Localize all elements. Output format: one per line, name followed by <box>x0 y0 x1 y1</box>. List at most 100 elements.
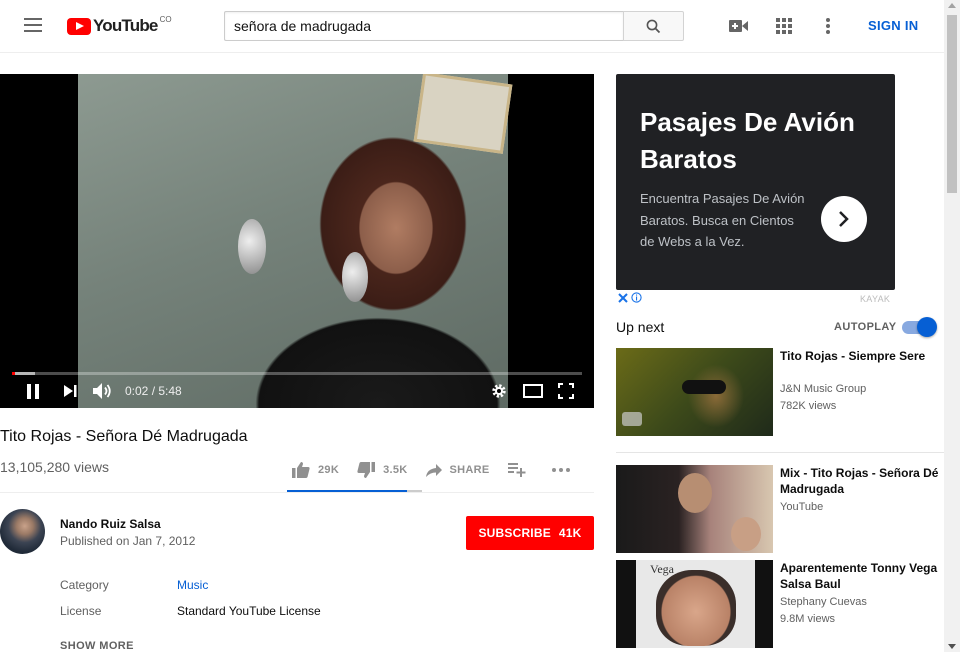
video-frame-earring-left <box>238 219 266 274</box>
theater-mode-button[interactable] <box>522 382 544 400</box>
search-input[interactable] <box>224 11 623 41</box>
ad-card[interactable]: Pasajes De Avión Baratos Encuentra Pasaj… <box>616 74 895 290</box>
video-player[interactable] <box>0 74 594 408</box>
more-horizontal-icon <box>551 468 570 472</box>
recommended-video[interactable]: Vega Aparentemente Tonny Vega Salsa Baul… <box>616 560 946 648</box>
recommended-video-title[interactable]: Aparentemente Tonny Vega Salsa Baul <box>780 560 946 592</box>
like-count: 29K <box>318 464 340 476</box>
fullscreen-button[interactable] <box>556 382 576 400</box>
video-thumbnail[interactable]: Vega <box>616 560 773 648</box>
thumbnail-sunglasses <box>682 380 726 394</box>
thumbnail-letterbox-right <box>755 560 773 648</box>
thumbnail-face <box>656 570 736 646</box>
recommended-video-channel: Stephany Cuevas <box>780 596 867 608</box>
logo-text: YouTube <box>93 16 158 35</box>
thumbnail-face-1 <box>678 473 712 513</box>
thumbnail-face-2 <box>731 517 761 551</box>
pause-button[interactable] <box>24 382 42 400</box>
pause-icon <box>27 383 39 399</box>
video-title: Tito Rojas - Señora Dé Madrugada <box>0 428 248 445</box>
video-thumbnail[interactable] <box>616 465 773 553</box>
search-icon <box>646 19 661 33</box>
ad-open-button[interactable] <box>821 196 867 242</box>
recommended-mix[interactable]: Mix - Tito Rojas - Señora Dé Madrugada Y… <box>616 465 946 553</box>
license-value: Standard YouTube License <box>177 604 321 618</box>
recommended-video-channel: YouTube <box>780 501 824 513</box>
video-frame-picture <box>413 74 513 154</box>
progress-played <box>12 372 16 375</box>
search-bar <box>224 11 684 41</box>
video-time: 0:02 / 5:48 <box>125 384 182 398</box>
dislike-button[interactable]: 3.5K <box>357 462 407 478</box>
thumbnail-text: Vega <box>650 562 674 576</box>
youtube-logo[interactable]: YouTube CO <box>67 14 172 36</box>
license-label: License <box>60 604 102 618</box>
more-actions-button[interactable] <box>551 468 578 472</box>
thumbnail-watermark <box>622 412 642 426</box>
like-button[interactable]: 29K <box>292 462 339 478</box>
scroll-up-arrow-icon[interactable] <box>948 3 956 8</box>
sign-in-button[interactable]: SIGN IN <box>868 18 919 33</box>
more-options-icon[interactable] <box>818 16 838 36</box>
scroll-down-arrow-icon[interactable] <box>948 644 956 649</box>
info-icon[interactable] <box>631 292 642 303</box>
scrollbar-thumb[interactable] <box>947 15 957 193</box>
video-frame-earring-right <box>342 252 368 302</box>
play-logo-icon <box>67 17 91 35</box>
subscriber-count: 41K <box>558 526 582 540</box>
ad-choices[interactable] <box>618 292 642 306</box>
thumbs-up-icon <box>292 462 310 478</box>
settings-button[interactable] <box>490 382 508 400</box>
next-button[interactable] <box>61 382 79 400</box>
share-button[interactable]: SHARE <box>425 463 490 477</box>
video-frame <box>78 74 513 408</box>
thumbs-down-icon <box>357 462 376 478</box>
ad-title: Pasajes De Avión Baratos <box>640 107 855 174</box>
gear-icon <box>492 384 506 398</box>
up-next-heading: Up next <box>616 319 665 335</box>
subscribe-label: SUBSCRIBE <box>478 526 551 540</box>
recommended-video-title[interactable]: Tito Rojas - Siempre Sere <box>780 348 946 364</box>
video-actions: 29K 3.5K SHARE <box>292 458 596 482</box>
channel-name[interactable]: Nando Ruiz Salsa <box>60 517 161 531</box>
close-icon[interactable] <box>618 293 628 303</box>
dislike-count: 3.5K <box>383 464 408 476</box>
thumbnail-letterbox-left <box>616 560 636 648</box>
share-label: SHARE <box>449 464 490 476</box>
recommended-video-views: 9.8M views <box>780 613 836 625</box>
divider <box>0 492 594 493</box>
add-to-playlist-button[interactable] <box>507 463 534 477</box>
subscribe-button[interactable]: SUBSCRIBE 41K <box>466 516 594 550</box>
category-label: Category <box>60 578 109 592</box>
page-scrollbar[interactable] <box>944 0 960 652</box>
category-link[interactable]: Music <box>177 578 208 592</box>
video-thumbnail[interactable] <box>616 348 773 436</box>
progress-buffered <box>12 372 35 375</box>
divider <box>616 452 944 453</box>
theater-mode-icon <box>523 384 543 398</box>
view-count: 13,105,280 views <box>0 459 109 475</box>
recommended-video-views: 782K views <box>780 400 837 412</box>
playlist-add-icon <box>507 463 526 477</box>
fullscreen-icon <box>558 383 574 399</box>
logo-country-code: CO <box>159 14 172 24</box>
video-progress-bar[interactable] <box>12 372 582 375</box>
masthead: YouTube CO SIGN IN <box>0 0 944 53</box>
chevron-right-icon <box>839 211 849 227</box>
recommended-video-channel: J&N Music Group <box>780 383 867 395</box>
recommended-video[interactable]: Tito Rojas - Siempre Sere J&N Music Grou… <box>616 348 946 436</box>
apps-grid-icon[interactable] <box>774 16 794 36</box>
upload-video-icon[interactable] <box>729 16 749 36</box>
search-button[interactable] <box>623 11 684 41</box>
autoplay-toggle-knob[interactable] <box>917 317 937 337</box>
volume-button[interactable] <box>92 382 114 400</box>
show-more-button[interactable]: SHOW MORE <box>60 640 134 652</box>
recommended-video-title[interactable]: Mix - Tito Rojas - Señora Dé Madrugada <box>780 465 946 497</box>
skip-next-icon <box>63 385 76 397</box>
ad-advertiser: KAYAK <box>860 294 891 304</box>
publish-date: Published on Jan 7, 2012 <box>60 534 196 548</box>
menu-icon[interactable] <box>24 18 42 32</box>
channel-avatar[interactable] <box>0 509 45 554</box>
volume-icon <box>93 383 111 399</box>
ad-body: Encuentra Pasajes De Avión Baratos. Busc… <box>640 191 805 249</box>
